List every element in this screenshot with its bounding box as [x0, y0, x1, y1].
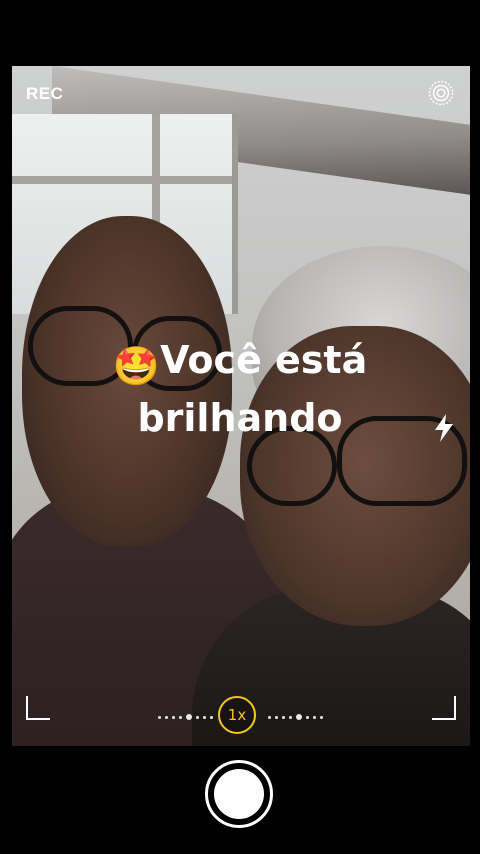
settings-target-icon[interactable] — [428, 80, 454, 106]
scene-window-frame — [12, 176, 232, 184]
frame-corner-bottom-left — [26, 696, 50, 720]
star-struck-emoji-icon: 🤩 — [112, 344, 161, 388]
flash-icon[interactable] — [430, 412, 458, 444]
caption-line-1: Você está — [160, 338, 368, 382]
zoom-level-button[interactable]: 1x — [218, 696, 256, 734]
caption-line-2: brilhando — [137, 396, 343, 440]
caption-text: 🤩Você está brilhando — [60, 334, 420, 444]
frame-corner-bottom-right — [432, 696, 456, 720]
rec-label: REC — [26, 84, 64, 103]
zoom-selector[interactable]: 1x — [150, 696, 330, 736]
camera-screen: REC 🤩Você está brilhando 1x — [0, 0, 480, 854]
zoom-dots-left — [158, 714, 213, 720]
shutter-button[interactable] — [205, 760, 273, 828]
shutter-button-inner[interactable] — [214, 769, 264, 819]
zoom-dots-right — [268, 714, 323, 720]
